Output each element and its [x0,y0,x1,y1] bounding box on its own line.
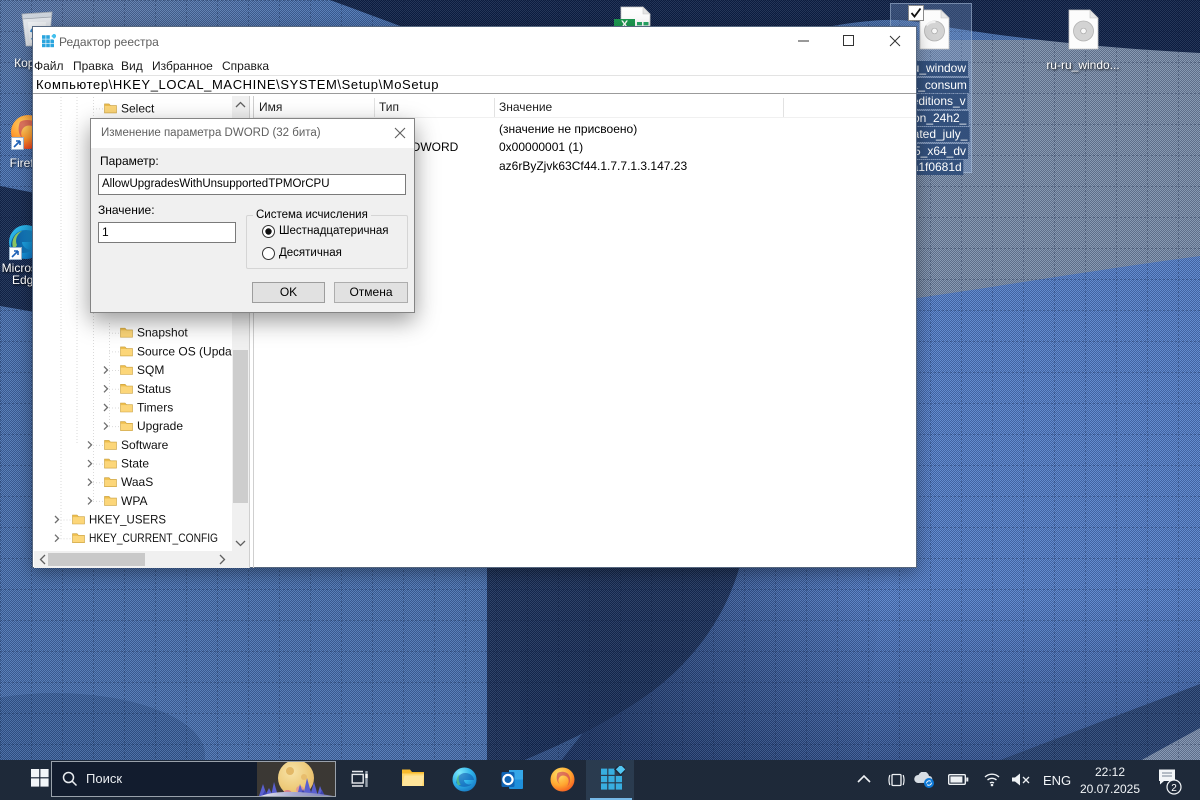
svg-text:HKEY_USERS: HKEY_USERS [89,513,166,527]
svg-text:Upgrade: Upgrade [137,419,183,433]
svg-text:Select: Select [121,101,155,115]
svg-text:Status: Status [137,382,171,396]
svg-text:Snapshot: Snapshot [137,326,188,340]
svg-text:HKEY_CURRENT_CONFIG: HKEY_CURRENT_CONFIG [89,531,218,545]
svg-text:Source OS (Updat: Source OS (Updat [137,344,232,358]
svg-text:WPA: WPA [121,494,147,508]
svg-text:State: State [121,457,149,471]
svg-text:2: 2 [1171,783,1177,794]
svg-text:Timers: Timers [137,401,173,415]
svg-text:Software: Software [121,438,169,452]
svg-text:WaaS: WaaS [121,475,153,489]
svg-text:SQM: SQM [137,363,164,377]
